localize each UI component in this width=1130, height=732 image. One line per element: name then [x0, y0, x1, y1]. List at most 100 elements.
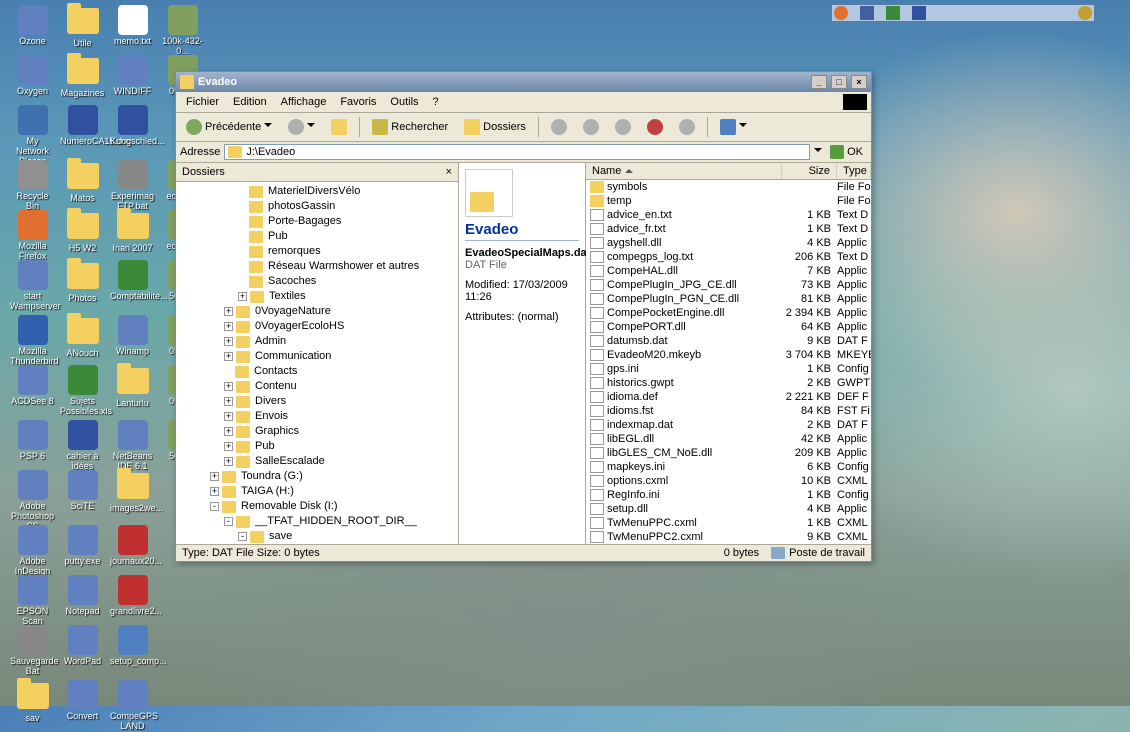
desktop-icon[interactable]: putty.exe [60, 525, 105, 567]
menu-?[interactable]: ? [427, 94, 445, 110]
file-row[interactable]: gps.ini1 KBConfig [586, 362, 871, 376]
menu-outils[interactable]: Outils [384, 94, 424, 110]
file-row[interactable]: setup.dll4 KBApplic [586, 502, 871, 516]
desktop-icon[interactable]: Mozilla Firefox [10, 210, 55, 262]
tree-node[interactable]: -Removable Disk (I:) [176, 499, 458, 514]
file-row[interactable]: idioma.def2 221 KBDEF F [586, 390, 871, 404]
desktop-icon[interactable]: grandlivre2... [110, 575, 155, 617]
desktop-icon[interactable]: Matos [60, 160, 105, 204]
desktop-icon[interactable]: memo.txt [110, 5, 155, 47]
desktop-icon[interactable]: Magazines [60, 55, 105, 99]
desktop-icon[interactable]: cahier à idées [60, 420, 105, 472]
desktop-icon[interactable]: Sauvegarde Bat [10, 625, 55, 677]
search-button[interactable]: Rechercher [366, 116, 454, 138]
maximize-button[interactable]: □ [831, 75, 847, 89]
file-row[interactable]: CompePORT.dll64 KBApplic [586, 320, 871, 334]
desktop-icon[interactable]: Convert [60, 680, 105, 722]
file-row[interactable]: libGLES_CM_NoE.dll209 KBApplic [586, 446, 871, 460]
desktop-icon[interactable]: Inari 2007 [110, 210, 155, 254]
tree-node[interactable]: +Toundra (G:) [176, 469, 458, 484]
desktop-icon[interactable]: setup_comp... [110, 625, 155, 667]
tree-node[interactable]: Pub [176, 229, 458, 244]
desktop-icon[interactable]: Kungschled... [110, 105, 155, 147]
desktop-icon[interactable]: Comptabilite... [110, 260, 155, 302]
file-row[interactable]: symbolsFile Fo [586, 180, 871, 194]
desktop-icon[interactable]: Lanturlu [110, 365, 155, 409]
desktop-icon[interactable]: Winamp [110, 315, 155, 357]
file-row[interactable]: CompeHAL.dll7 KBApplic [586, 264, 871, 278]
desktop-icon[interactable]: WordPad [60, 625, 105, 667]
chevron-down-icon[interactable] [307, 123, 315, 131]
desktop-icon[interactable]: sav [10, 680, 55, 724]
menu-affichage[interactable]: Affichage [275, 94, 333, 110]
tree-node[interactable]: +Textiles [176, 289, 458, 304]
back-button[interactable]: Précédente [180, 116, 278, 138]
column-type[interactable]: Type [837, 163, 871, 179]
desktop-icon[interactable]: journaux20... [110, 525, 155, 567]
file-row[interactable]: indexmap.dat2 KBDAT F [586, 418, 871, 432]
desktop-icon[interactable]: Experimag FTP.bat [110, 160, 155, 212]
history-button[interactable] [545, 116, 573, 138]
tree-node[interactable]: +TAIGA (H:) [176, 484, 458, 499]
desktop-icon[interactable]: ANouch [60, 315, 105, 359]
desktop-icon[interactable]: Recycle Bin [10, 160, 55, 212]
file-row[interactable]: advice_en.txt1 KBText D [586, 208, 871, 222]
desktop-icon[interactable]: H5 W2 [60, 210, 105, 254]
folders-button[interactable]: Dossiers [458, 116, 532, 138]
address-dropdown[interactable] [814, 148, 822, 156]
firefox-icon[interactable] [834, 6, 848, 20]
desktop-icon[interactable]: Oxygen [10, 55, 55, 97]
file-row[interactable]: datumsb.dat9 KBDAT F [586, 334, 871, 348]
desktop-icon[interactable]: Sujets Possibles.xls [60, 365, 105, 417]
undo-button[interactable] [673, 116, 701, 138]
tree-node[interactable]: remorques [176, 244, 458, 259]
tree-node[interactable]: +Admin [176, 334, 458, 349]
title-bar[interactable]: Evadeo _ □ × [176, 72, 871, 92]
tree-node[interactable]: -save [176, 529, 458, 544]
desktop-icon[interactable]: NumeroCA15.doc [60, 105, 105, 147]
tree-node[interactable]: Réseau Warmshower et autres [176, 259, 458, 274]
menu-edition[interactable]: Edition [227, 94, 273, 110]
column-name[interactable]: Name [586, 163, 782, 179]
tree-node[interactable]: +Envois [176, 409, 458, 424]
desktop-icon[interactable]: PSP 6 [10, 420, 55, 462]
tree-node[interactable]: MaterielDiversVélo [176, 184, 458, 199]
file-row[interactable]: idioms.fst84 KBFST Fi [586, 404, 871, 418]
tree-node[interactable]: -__TFAT_HIDDEN_ROOT_DIR__ [176, 514, 458, 529]
file-row[interactable]: compegps_log.txt206 KBText D [586, 250, 871, 264]
file-row[interactable]: RegInfo.ini1 KBConfig [586, 488, 871, 502]
file-row[interactable]: options.cxml10 KBCXML [586, 474, 871, 488]
desktop-icon[interactable]: ACDSee 8 [10, 365, 55, 407]
column-headers[interactable]: Name Size Type [586, 163, 871, 180]
desktop-icon[interactable]: SciTE [60, 470, 105, 512]
desktop-icon[interactable]: start Wampserver [10, 260, 55, 312]
address-field[interactable]: J:\Evadeo [224, 144, 810, 160]
go-button[interactable]: OK [826, 144, 867, 160]
file-row[interactable]: CompePlugIn_PGN_CE.dll81 KBApplic [586, 292, 871, 306]
excel-icon[interactable] [886, 6, 900, 20]
file-row[interactable]: advice_fr.txt1 KBText D [586, 222, 871, 236]
tree-node[interactable]: +0VoyageNature [176, 304, 458, 319]
file-row[interactable]: libEGL.dll42 KBApplic [586, 432, 871, 446]
desktop-icon[interactable]: images2we... [110, 470, 155, 514]
word-icon[interactable] [912, 6, 926, 20]
menu-fichier[interactable]: Fichier [180, 94, 225, 110]
tree-node[interactable]: +SalleEscalade [176, 454, 458, 469]
file-row[interactable]: TwMenuPPC2.cxml9 KBCXML [586, 530, 871, 544]
file-row[interactable]: CompePlugIn_JPG_CE.dll73 KBApplic [586, 278, 871, 292]
file-list[interactable]: symbolsFile FotempFile Foadvice_en.txt1 … [586, 180, 871, 544]
tree-node[interactable]: photosGassin [176, 199, 458, 214]
views-button[interactable] [714, 116, 753, 138]
file-row[interactable]: mapkeys.ini6 KBConfig [586, 460, 871, 474]
chevron-down-icon[interactable] [739, 123, 747, 131]
tree-node[interactable]: Sacoches [176, 274, 458, 289]
copy-button[interactable] [609, 116, 637, 138]
app-icon[interactable] [860, 6, 874, 20]
folder-tree[interactable]: MaterielDiversVélophotosGassinPorte-Baga… [176, 182, 458, 544]
column-size[interactable]: Size [782, 163, 837, 179]
tree-node[interactable]: +0VoyagerEcoloHS [176, 319, 458, 334]
file-row[interactable]: aygshell.dll4 KBApplic [586, 236, 871, 250]
quick-launch-bar[interactable] [831, 4, 1095, 22]
menu-favoris[interactable]: Favoris [334, 94, 382, 110]
move-button[interactable] [577, 116, 605, 138]
